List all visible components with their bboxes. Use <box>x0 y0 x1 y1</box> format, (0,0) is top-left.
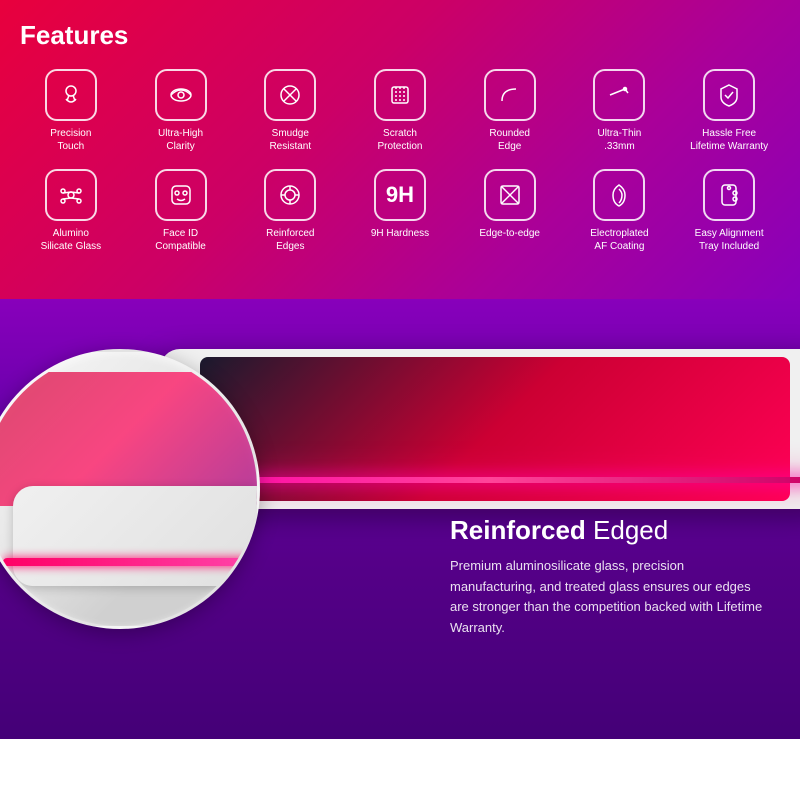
rounded-icon <box>484 69 536 121</box>
smudge-icon <box>264 69 316 121</box>
feature-smudge: SmudgeResistant <box>239 69 341 153</box>
circle-edge-glow <box>3 558 257 566</box>
scratch-label: ScratchProtection <box>377 127 422 153</box>
faceid-icon <box>155 169 207 221</box>
precision-touch-icon <box>45 69 97 121</box>
features-section: Features PrecisionTouch Ultra-HighClarit… <box>0 0 800 299</box>
features-row-1: PrecisionTouch Ultra-HighClarity SmudgeR… <box>20 69 780 153</box>
reinforced-description: Premium aluminosilicate glass, precision… <box>450 556 770 639</box>
smudge-label: SmudgeResistant <box>269 127 311 153</box>
ultra-clarity-icon <box>155 69 207 121</box>
feature-alumino: AluminoSilicate Glass <box>20 169 122 253</box>
reinforced-title: Reinforced Edged <box>450 515 770 546</box>
rounded-label: RoundedEdge <box>489 127 530 153</box>
feature-ultrathin: Ultra-Thin.33mm <box>569 69 671 153</box>
9h-label: 9H Hardness <box>371 227 429 240</box>
warranty-label: Hassle FreeLifetime Warranty <box>690 127 768 153</box>
ultrathin-label: Ultra-Thin.33mm <box>597 127 641 153</box>
alignment-icon <box>703 169 755 221</box>
feature-edge-to-edge: Edge-to-edge <box>459 169 561 253</box>
feature-electroplated: ElectroplatedAF Coating <box>569 169 671 253</box>
feature-scratch: ScratchProtection <box>349 69 451 153</box>
ultra-clarity-label: Ultra-HighClarity <box>158 127 203 153</box>
reinforced-section: Reinforced Edged Premium aluminosilicate… <box>0 299 800 739</box>
feature-9h: 9H 9H Hardness <box>349 169 451 253</box>
edge-to-edge-label: Edge-to-edge <box>479 227 540 240</box>
electroplated-icon <box>593 169 645 221</box>
reinforced-text-block: Reinforced Edged Premium aluminosilicate… <box>450 515 770 639</box>
reinforced-normal: Edged <box>586 515 668 545</box>
feature-rounded: RoundedEdge <box>459 69 561 153</box>
circle-device-edge <box>13 486 257 586</box>
alumino-icon <box>45 169 97 221</box>
feature-ultra-clarity: Ultra-HighClarity <box>130 69 232 153</box>
feature-reinforced: ReinforcedEdges <box>239 169 341 253</box>
page-container: Features PrecisionTouch Ultra-HighClarit… <box>0 0 800 739</box>
alumino-label: AluminoSilicate Glass <box>41 227 102 253</box>
faceid-label: Face IDCompatible <box>155 227 206 253</box>
feature-precision-touch: PrecisionTouch <box>20 69 122 153</box>
precision-touch-label: PrecisionTouch <box>50 127 91 153</box>
feature-alignment: Easy AlignmentTray Included <box>678 169 780 253</box>
reinforced-icon <box>264 169 316 221</box>
features-row-2: AluminoSilicate Glass Face IDCompatible … <box>20 169 780 253</box>
alignment-label: Easy AlignmentTray Included <box>695 227 764 253</box>
9h-icon: 9H <box>374 169 426 221</box>
feature-faceid: Face IDCompatible <box>130 169 232 253</box>
features-title: Features <box>20 20 780 51</box>
feature-warranty: Hassle FreeLifetime Warranty <box>678 69 780 153</box>
scratch-icon <box>374 69 426 121</box>
9h-text: 9H <box>386 182 414 208</box>
reinforced-bold: Reinforced <box>450 515 586 545</box>
circle-magnify <box>0 349 260 629</box>
reinforced-label: ReinforcedEdges <box>266 227 314 253</box>
electroplated-label: ElectroplatedAF Coating <box>590 227 648 253</box>
edge-to-edge-icon <box>484 169 536 221</box>
ultrathin-icon <box>593 69 645 121</box>
warranty-icon <box>703 69 755 121</box>
